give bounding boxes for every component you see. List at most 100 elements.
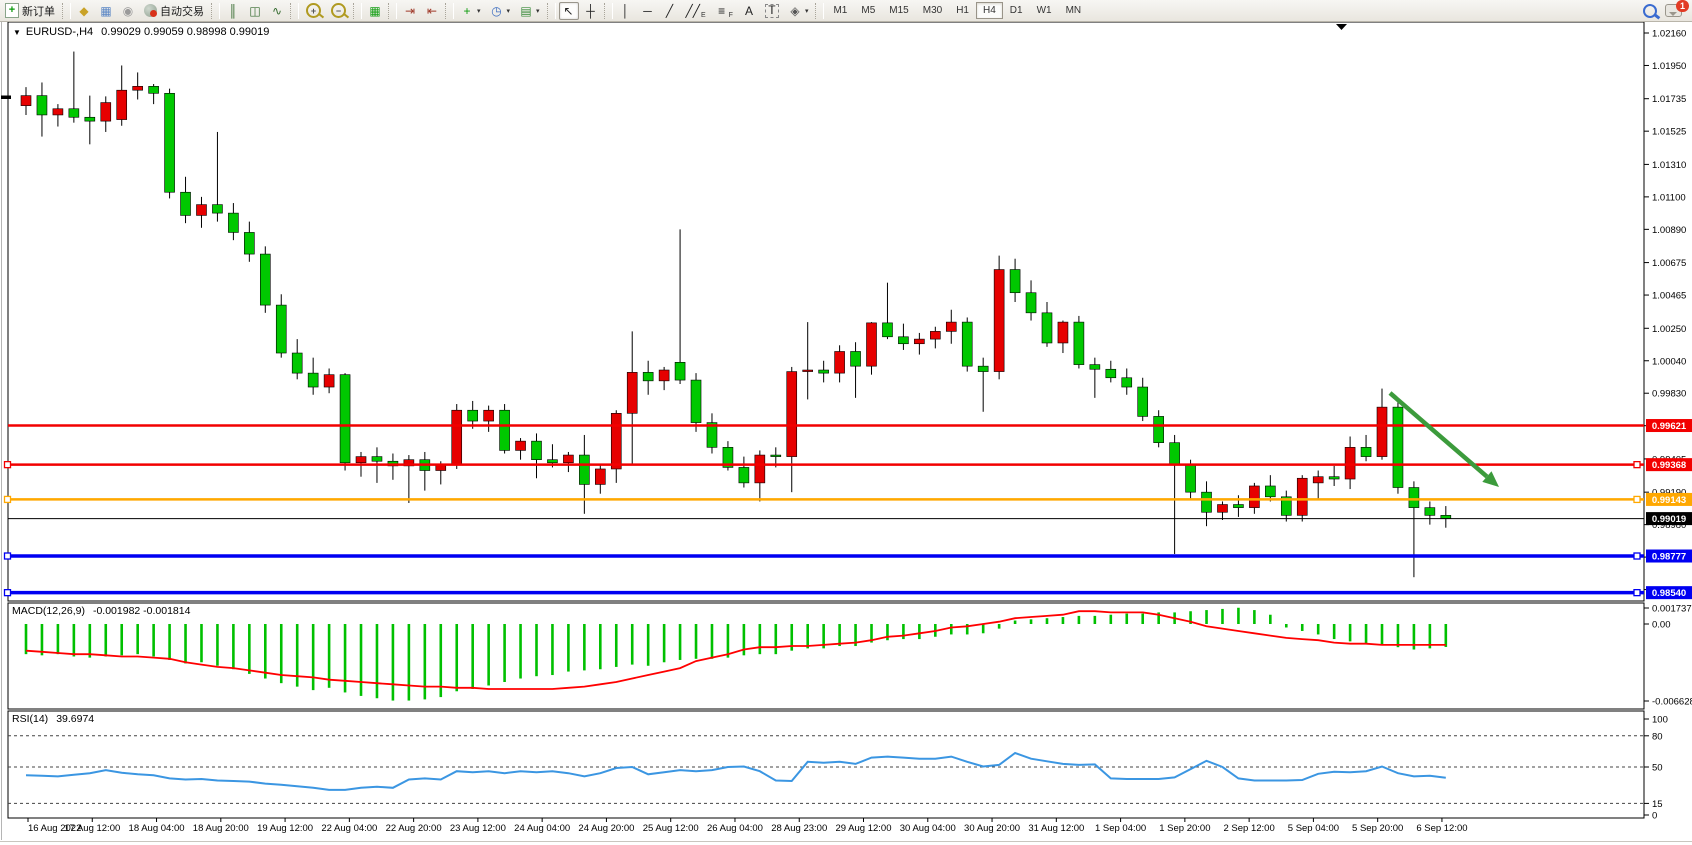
autotrading-button[interactable]: 自动交易 xyxy=(140,2,208,20)
svg-text:22 Aug 20:00: 22 Aug 20:00 xyxy=(386,823,442,834)
timeframe-button-mn[interactable]: MN xyxy=(1059,2,1089,19)
line-chart-icon: ∿ xyxy=(271,3,283,19)
autotrading-button-label: 自动交易 xyxy=(160,3,204,19)
period-clock-icon: ◷ xyxy=(491,3,503,19)
svg-text:19 Aug 12:00: 19 Aug 12:00 xyxy=(257,823,313,834)
template-icon: ▤ xyxy=(520,3,532,19)
candlestick-chart-icon: ◫ xyxy=(249,3,261,19)
svg-text:1.00675: 1.00675 xyxy=(1652,258,1686,269)
svg-text:-0.006628: -0.006628 xyxy=(1652,697,1692,708)
svg-text:1 Sep 04:00: 1 Sep 04:00 xyxy=(1095,823,1146,834)
dropdown-caret-icon: ▾ xyxy=(477,7,481,15)
timeframe-button-d1[interactable]: D1 xyxy=(1003,2,1030,19)
svg-text:0.001737: 0.001737 xyxy=(1652,604,1692,615)
svg-text:0.00: 0.00 xyxy=(1652,620,1671,631)
svg-text:0.99143: 0.99143 xyxy=(1652,495,1686,506)
price-axis[interactable]: 1.021601.019501.017351.015251.013101.011… xyxy=(1644,29,1686,597)
dropdown-caret-icon: ▾ xyxy=(805,7,809,15)
svg-text:24 Aug 04:00: 24 Aug 04:00 xyxy=(514,823,570,834)
template-button[interactable]: ▤▾ xyxy=(516,2,544,20)
period-clock-button[interactable]: ◷▾ xyxy=(487,2,515,20)
market-watch-icon: ▦ xyxy=(100,3,112,19)
cursor-icon: ↖ xyxy=(563,3,575,19)
svg-text:30 Aug 04:00: 30 Aug 04:00 xyxy=(900,823,956,834)
svg-text:22 Aug 04:00: 22 Aug 04:00 xyxy=(321,823,377,834)
svg-text:1.01525: 1.01525 xyxy=(1652,127,1686,138)
chart-shift-icon[interactable]: ⇤ xyxy=(422,2,442,20)
fibonacci-icon[interactable]: ≡F xyxy=(712,2,737,20)
vertical-line-icon: │ xyxy=(620,3,632,19)
svg-text:0.99621: 0.99621 xyxy=(1652,421,1687,432)
svg-text:0.99368: 0.99368 xyxy=(1652,460,1686,471)
search-icon[interactable] xyxy=(1643,4,1657,18)
timeframe-button-h1[interactable]: H1 xyxy=(949,2,976,19)
timeframe-button-m5[interactable]: M5 xyxy=(854,2,882,19)
svg-text:6 Sep 12:00: 6 Sep 12:00 xyxy=(1416,823,1467,834)
equidistant-channel-icon: ╱╱ xyxy=(686,3,700,19)
text-label-icon[interactable]: T xyxy=(761,2,783,20)
market-watch-icon[interactable]: ▦ xyxy=(96,2,116,20)
svg-text:18 Aug 20:00: 18 Aug 20:00 xyxy=(193,823,249,834)
vertical-line-icon[interactable]: │ xyxy=(616,2,636,20)
svg-text:1.00465: 1.00465 xyxy=(1652,291,1686,302)
svg-text:0.98777: 0.98777 xyxy=(1652,552,1686,563)
trendline-icon[interactable]: ╱ xyxy=(660,2,680,20)
svg-text:0.99019: 0.99019 xyxy=(1652,514,1686,525)
notification-badge: 1 xyxy=(1676,0,1689,12)
tile-windows-icon[interactable]: ▦ xyxy=(365,2,385,20)
bar-chart-icon[interactable]: ║ xyxy=(223,2,243,20)
chart-shift-icon: ⇤ xyxy=(426,3,438,19)
line-chart-icon[interactable]: ∿ xyxy=(267,2,287,20)
text-icon[interactable]: A xyxy=(739,2,759,20)
new-order-button[interactable]: +新订单 xyxy=(1,2,59,20)
price-label-boxes: 0.99621 0.99368 0.99143 0.98777 0.98540 0.990… xyxy=(1646,419,1692,599)
signal-icon[interactable]: ◉ xyxy=(118,2,138,20)
auto-scroll-icon[interactable]: ⇥ xyxy=(400,2,420,20)
timeframe-button-m1[interactable]: M1 xyxy=(826,2,854,19)
signal-icon: ◉ xyxy=(122,3,134,19)
svg-text:1.00890: 1.00890 xyxy=(1652,225,1686,236)
svg-text:50: 50 xyxy=(1652,763,1663,774)
svg-text:80: 80 xyxy=(1652,731,1663,742)
zoom-out-icon[interactable]: − xyxy=(327,2,350,20)
svg-text:25 Aug 12:00: 25 Aug 12:00 xyxy=(643,823,699,834)
chat-icon[interactable]: 1 xyxy=(1665,4,1682,17)
cursor-icon[interactable]: ↖ xyxy=(559,2,579,20)
auto-scroll-icon: ⇥ xyxy=(404,3,416,19)
svg-text:1.01950: 1.01950 xyxy=(1652,61,1686,72)
chart-window-icon: ◆ xyxy=(78,3,90,19)
timeframe-button-m30[interactable]: M30 xyxy=(916,2,949,19)
svg-text:28 Aug 23:00: 28 Aug 23:00 xyxy=(771,823,827,834)
new-order-icon: + xyxy=(5,3,19,18)
chart-canvas[interactable]: 1.021601.019501.017351.015251.013101.011… xyxy=(0,0,1692,845)
svg-text:1.02160: 1.02160 xyxy=(1652,29,1686,40)
tile-windows-icon: ▦ xyxy=(369,3,381,19)
left-price-marker xyxy=(1,96,11,100)
svg-text:0: 0 xyxy=(1652,811,1657,822)
zoom-in-icon-glyph: + xyxy=(306,3,321,18)
arrows-icon[interactable]: ◈▾ xyxy=(785,2,813,20)
arrows-icon: ◈ xyxy=(789,3,801,19)
svg-text:24 Aug 20:00: 24 Aug 20:00 xyxy=(578,823,634,834)
chart-window-icon[interactable]: ◆ xyxy=(74,2,94,20)
svg-text:1.01735: 1.01735 xyxy=(1652,94,1686,105)
equidistant-channel-icon[interactable]: ╱╱E xyxy=(682,2,710,20)
svg-text:29 Aug 12:00: 29 Aug 12:00 xyxy=(836,823,892,834)
autotrading-icon xyxy=(144,4,157,17)
horizontal-line-icon[interactable]: ─ xyxy=(638,2,658,20)
crosshair-icon[interactable]: ┼ xyxy=(581,2,601,20)
zoom-in-icon[interactable]: + xyxy=(302,2,325,20)
svg-text:0.98540: 0.98540 xyxy=(1652,588,1686,599)
time-axis[interactable]: 16 Aug 202217 Aug 12:0018 Aug 04:0018 Au… xyxy=(28,818,1468,834)
svg-text:1.01310: 1.01310 xyxy=(1652,160,1686,171)
candlestick-chart-icon[interactable]: ◫ xyxy=(245,2,265,20)
timeframe-button-h4[interactable]: H4 xyxy=(976,2,1003,19)
svg-text:1.00250: 1.00250 xyxy=(1652,324,1686,335)
indicators-button[interactable]: +▾ xyxy=(457,2,485,20)
svg-text:15: 15 xyxy=(1652,799,1663,810)
indicators-icon: + xyxy=(461,3,473,19)
timeframe-button-m15[interactable]: M15 xyxy=(882,2,915,19)
svg-text:18 Aug 04:00: 18 Aug 04:00 xyxy=(129,823,185,834)
svg-text:2 Sep 12:00: 2 Sep 12:00 xyxy=(1224,823,1275,834)
timeframe-button-w1[interactable]: W1 xyxy=(1030,2,1059,19)
